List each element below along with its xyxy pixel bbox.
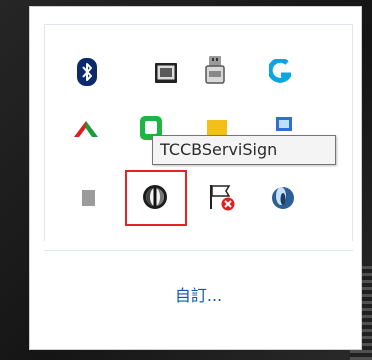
selected-icon-highlight [125, 170, 187, 226]
red-green-wing-icon[interactable] [68, 111, 104, 147]
flag-error-icon[interactable] [204, 180, 240, 216]
usb-drive-icon[interactable] [197, 52, 233, 88]
icon-tooltip: TCCBServiSign [152, 135, 336, 165]
gray-square-icon[interactable] [71, 180, 107, 216]
bluetooth-icon[interactable] [69, 54, 105, 90]
logitech-g-icon[interactable] [262, 54, 298, 90]
customize-link[interactable]: 自訂... [44, 251, 353, 341]
tablet-icon[interactable] [148, 55, 184, 91]
blue-sphere-icon[interactable] [265, 180, 301, 216]
